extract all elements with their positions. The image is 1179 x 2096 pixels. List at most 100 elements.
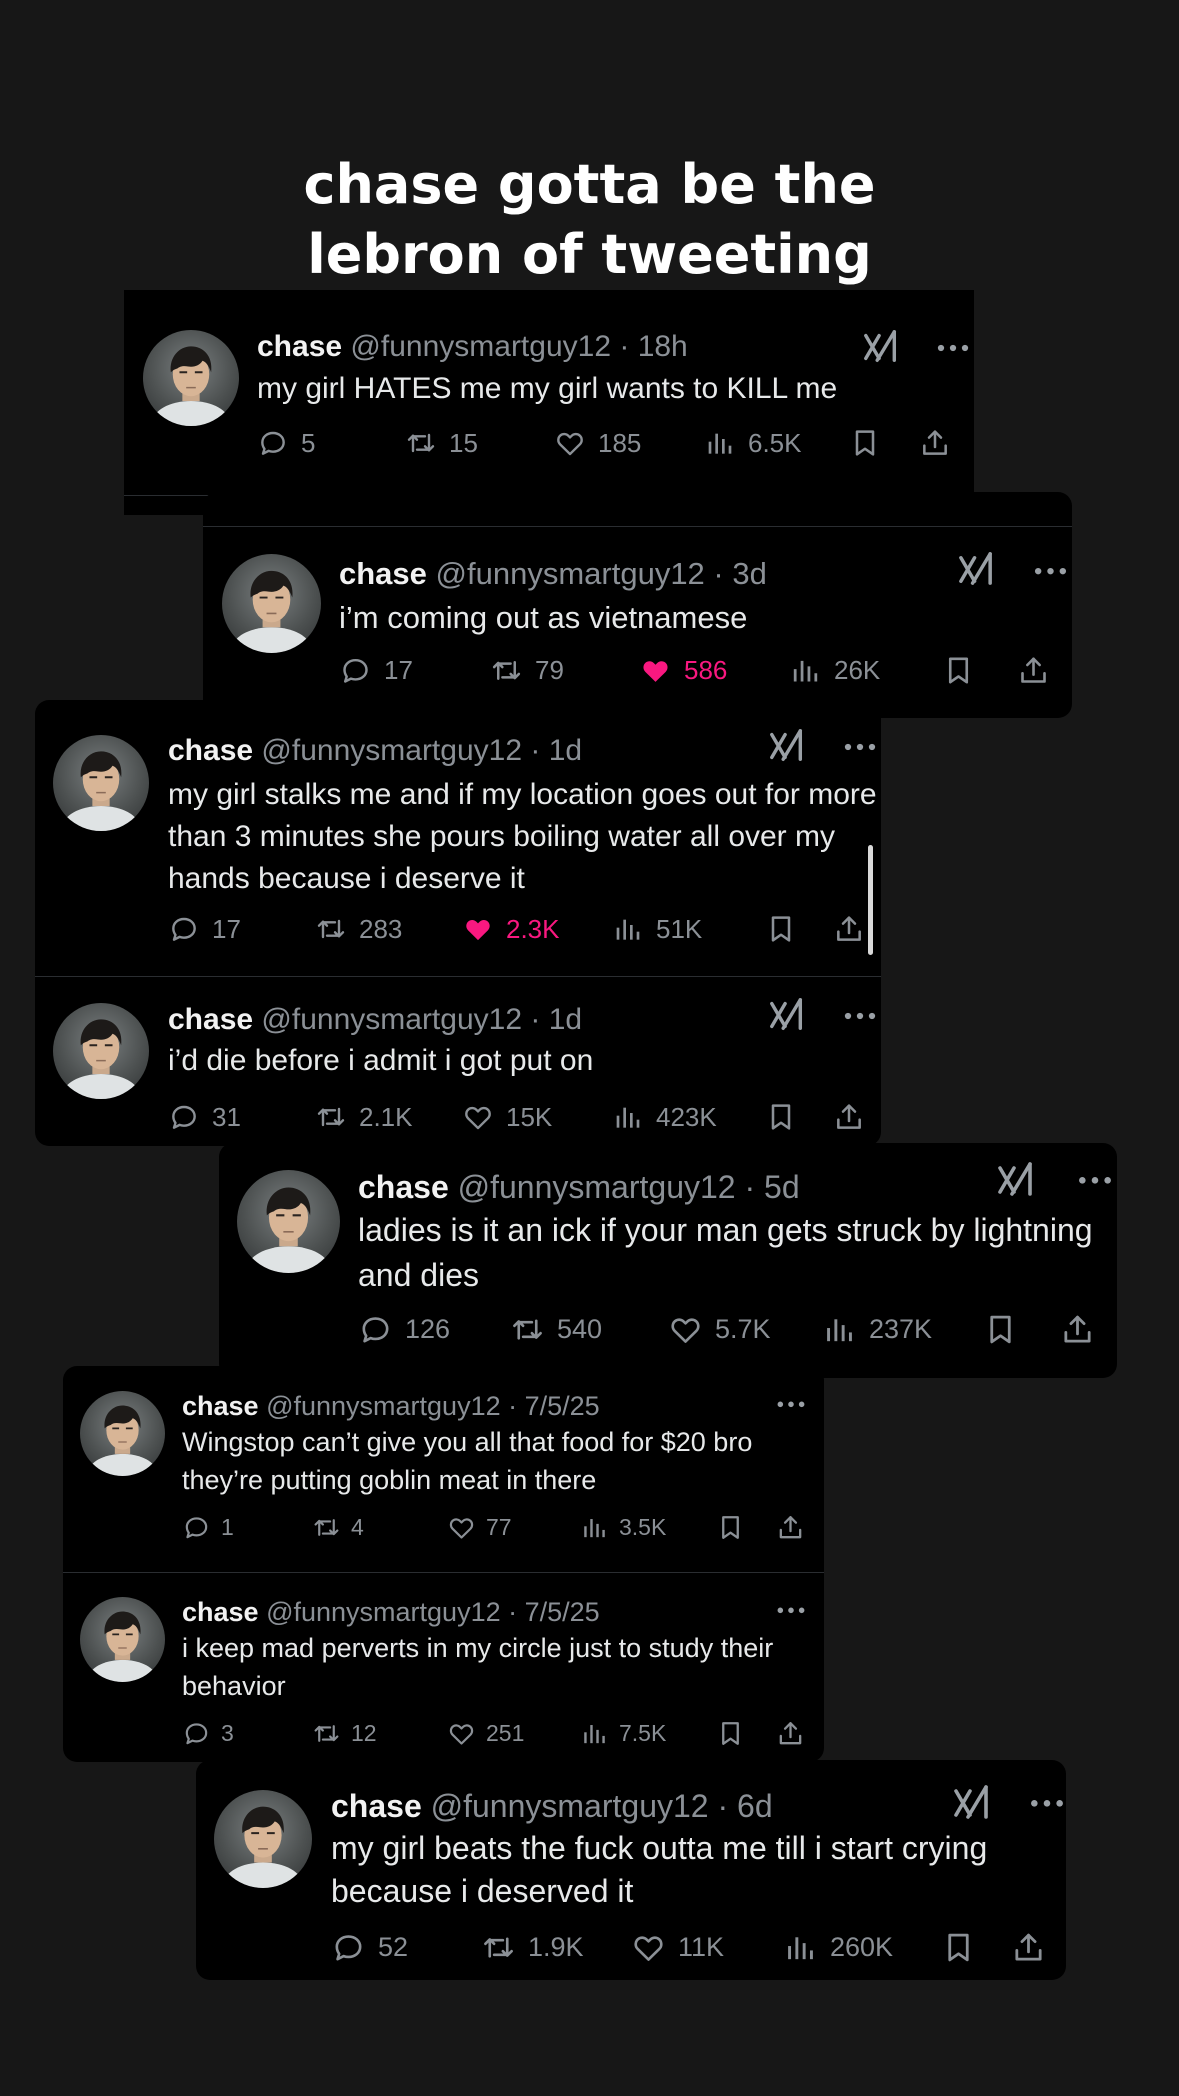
more-icon[interactable]: [1032, 564, 1069, 576]
reply-button[interactable]: 31: [168, 1101, 241, 1133]
avatar[interactable]: [53, 1003, 149, 1099]
share-button[interactable]: [776, 1513, 805, 1542]
repost-button[interactable]: 540: [510, 1312, 602, 1347]
more-icon[interactable]: [935, 341, 971, 353]
user-handle[interactable]: @funnysmartguy12: [261, 1003, 522, 1036]
user-handle[interactable]: @funnysmartguy12: [436, 556, 705, 591]
grok-icon[interactable]: [957, 550, 996, 589]
grok-icon[interactable]: [768, 996, 806, 1034]
reply-button[interactable]: 3: [182, 1719, 234, 1748]
reply-button[interactable]: 17: [168, 913, 241, 945]
like-button[interactable]: 251: [447, 1719, 524, 1748]
avatar[interactable]: [80, 1391, 165, 1476]
avatar[interactable]: [237, 1170, 340, 1273]
grok-icon[interactable]: [952, 1783, 992, 1823]
display-name[interactable]: chase: [358, 1169, 449, 1205]
avatar[interactable]: [143, 330, 239, 426]
timestamp[interactable]: 3d: [732, 556, 766, 591]
more-icon[interactable]: [1028, 1797, 1066, 1810]
user-handle[interactable]: @funnysmartguy12: [350, 330, 611, 363]
timestamp[interactable]: 7/5/25: [525, 1391, 600, 1421]
timestamp[interactable]: 7/5/25: [525, 1597, 600, 1627]
timestamp[interactable]: 18h: [638, 330, 688, 363]
repost-button[interactable]: 4: [312, 1513, 364, 1542]
views-icon: [822, 1312, 857, 1347]
grok-icon[interactable]: [996, 1160, 1036, 1200]
display-name[interactable]: chase: [168, 1003, 253, 1036]
more-icon[interactable]: [1076, 1174, 1114, 1187]
bookmark-button[interactable]: [849, 427, 881, 459]
reply-button[interactable]: 126: [358, 1312, 450, 1347]
views-button[interactable]: 423K: [612, 1101, 717, 1133]
views-button[interactable]: 3.5K: [580, 1513, 666, 1542]
views-button[interactable]: 51K: [612, 913, 702, 945]
repost-button[interactable]: 12: [312, 1719, 377, 1748]
like-button[interactable]: 2.3K: [462, 913, 560, 945]
grok-icon[interactable]: [768, 727, 806, 765]
reply-button[interactable]: 17: [339, 654, 413, 687]
view-count: 51K: [656, 913, 703, 944]
like-button[interactable]: 586: [639, 654, 727, 687]
reply-button[interactable]: 52: [331, 1930, 408, 1965]
bookmark-button[interactable]: [942, 654, 975, 687]
more-icon[interactable]: [775, 1397, 807, 1408]
avatar[interactable]: [80, 1597, 165, 1682]
repost-count: 12: [351, 1720, 377, 1746]
user-handle[interactable]: @funnysmartguy12: [266, 1391, 501, 1421]
timestamp[interactable]: 5d: [764, 1169, 800, 1205]
bookmark-button[interactable]: [716, 1513, 745, 1542]
like-button[interactable]: 77: [447, 1513, 512, 1542]
repost-button[interactable]: 283: [315, 913, 402, 945]
timestamp[interactable]: 6d: [737, 1788, 773, 1824]
display-name[interactable]: chase: [182, 1391, 259, 1421]
user-handle[interactable]: @funnysmartguy12: [431, 1788, 709, 1824]
bookmark-button[interactable]: [716, 1719, 745, 1748]
avatar[interactable]: [222, 554, 321, 653]
more-icon[interactable]: [775, 1603, 807, 1614]
view-count: 26K: [834, 655, 881, 685]
share-button[interactable]: [833, 913, 865, 945]
repost-button[interactable]: 1.9K: [481, 1930, 584, 1965]
user-handle[interactable]: @funnysmartguy12: [266, 1597, 501, 1627]
grok-icon[interactable]: [862, 328, 900, 366]
timestamp[interactable]: 1d: [549, 1003, 582, 1036]
share-button[interactable]: [776, 1719, 805, 1748]
share-icon: [833, 1101, 865, 1133]
avatar[interactable]: [214, 1790, 312, 1888]
display-name[interactable]: chase: [168, 734, 253, 767]
views-button[interactable]: 26K: [789, 654, 880, 687]
views-button[interactable]: 7.5K: [580, 1719, 666, 1748]
bookmark-button[interactable]: [765, 1101, 797, 1133]
user-handle[interactable]: @funnysmartguy12: [458, 1169, 736, 1205]
display-name[interactable]: chase: [182, 1597, 259, 1627]
like-button[interactable]: 15K: [462, 1101, 552, 1133]
share-button[interactable]: [833, 1101, 865, 1133]
tweet-text: Wingstop can’t give you all that food fo…: [182, 1427, 753, 1495]
more-icon[interactable]: [842, 740, 878, 752]
reply-button[interactable]: 5: [257, 427, 315, 459]
display-name[interactable]: chase: [331, 1788, 422, 1824]
share-button[interactable]: [919, 427, 951, 459]
bookmark-button[interactable]: [765, 913, 797, 945]
views-button[interactable]: 6.5K: [704, 427, 802, 459]
views-button[interactable]: 260K: [783, 1930, 893, 1965]
display-name[interactable]: chase: [339, 556, 427, 591]
like-button[interactable]: 185: [554, 427, 641, 459]
more-icon[interactable]: [842, 1009, 878, 1021]
bookmark-button[interactable]: [941, 1930, 976, 1965]
timestamp[interactable]: 1d: [549, 734, 582, 767]
repost-button[interactable]: 15: [405, 427, 478, 459]
views-button[interactable]: 237K: [822, 1312, 932, 1347]
user-handle[interactable]: @funnysmartguy12: [261, 734, 522, 767]
share-button[interactable]: [1011, 1930, 1046, 1965]
like-button[interactable]: 5.7K: [668, 1312, 771, 1347]
share-button[interactable]: [1060, 1312, 1095, 1347]
repost-button[interactable]: 2.1K: [315, 1101, 413, 1133]
avatar[interactable]: [53, 735, 149, 831]
repost-button[interactable]: 79: [490, 654, 564, 687]
display-name[interactable]: chase: [257, 330, 342, 363]
like-button[interactable]: 11K: [631, 1930, 724, 1965]
share-button[interactable]: [1017, 654, 1050, 687]
reply-button[interactable]: 1: [182, 1513, 234, 1542]
bookmark-button[interactable]: [983, 1312, 1018, 1347]
